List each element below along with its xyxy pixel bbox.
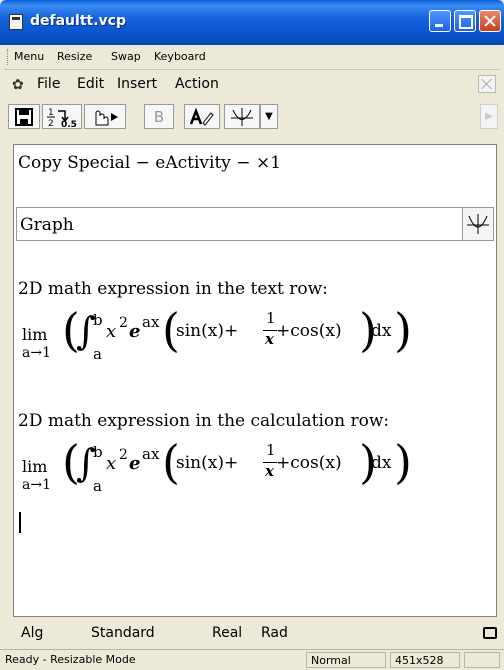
exponent-ax: ax bbox=[142, 445, 160, 463]
fraction-decimal-icon: 1 2 0.5 bbox=[47, 108, 77, 128]
window-title: defaultt.vcp bbox=[30, 13, 126, 29]
execute-button[interactable] bbox=[84, 104, 126, 129]
menu-insert[interactable]: Insert bbox=[117, 76, 157, 92]
limit-subscript: a→1 bbox=[22, 477, 51, 493]
fraction-denominator: x bbox=[265, 330, 274, 348]
status-number[interactable]: Real bbox=[212, 625, 242, 641]
minimize-button[interactable] bbox=[429, 10, 451, 32]
title-bar[interactable]: defaultt.vcp bbox=[0, 0, 504, 45]
exponent-ax: ax bbox=[142, 313, 160, 331]
dx-term: dx bbox=[371, 321, 392, 341]
hand-pointer-icon bbox=[95, 110, 118, 125]
lim-label: lim bbox=[22, 325, 48, 344]
graph-insert-button[interactable] bbox=[224, 104, 260, 129]
menu-menu[interactable]: Menu bbox=[14, 50, 44, 63]
svg-text:0.5: 0.5 bbox=[61, 120, 77, 128]
close-eactivity-icon[interactable] bbox=[478, 75, 496, 93]
calculator-status-bar: Alg Standard Real Rad bbox=[4, 621, 500, 647]
exponent-2: 2 bbox=[119, 447, 128, 463]
save-button[interactable] bbox=[8, 104, 40, 129]
keyboard-icon[interactable] bbox=[483, 627, 497, 639]
copy-special-line[interactable]: Copy Special − eActivity − ×1 bbox=[18, 153, 281, 173]
menu-file[interactable]: File bbox=[37, 76, 60, 92]
status-mode[interactable]: Alg bbox=[21, 625, 43, 641]
integrand-x: x bbox=[106, 453, 117, 474]
integral-lower: a bbox=[93, 345, 102, 363]
exponent-2: 2 bbox=[119, 315, 128, 331]
text-edit-button[interactable] bbox=[184, 104, 220, 129]
graph-strip[interactable]: Graph bbox=[16, 207, 494, 241]
menu-edit[interactable]: Edit bbox=[77, 76, 104, 92]
graph-strip-label[interactable]: Graph bbox=[20, 215, 74, 235]
status-angle[interactable]: Rad bbox=[261, 625, 288, 641]
calc-row-heading[interactable]: 2D math expression in the calculation ro… bbox=[18, 411, 389, 431]
cos-term: +cos(x) bbox=[276, 453, 342, 473]
gear-icon[interactable]: ✿ bbox=[12, 77, 24, 93]
math-expression-calc-row[interactable]: lim a→1 ( ∫ b a x 2 e ax ( sin(x)+ 1 x +… bbox=[14, 435, 414, 507]
fraction-decimal-button[interactable]: 1 2 0.5 bbox=[42, 104, 82, 129]
fraction-numerator: 1 bbox=[266, 309, 276, 327]
menu-keyboard[interactable]: Keyboard bbox=[154, 50, 206, 63]
menu-resize[interactable]: Resize bbox=[57, 50, 92, 63]
window-status-bar: Ready - Resizable Mode Normal 451x528 bbox=[0, 649, 504, 670]
integral-lower: a bbox=[93, 477, 102, 495]
sin-term: sin(x)+ bbox=[176, 321, 239, 341]
menu-swap[interactable]: Swap bbox=[111, 50, 141, 63]
eactivity-document[interactable]: Copy Special − eActivity − ×1 Graph 2D m… bbox=[13, 144, 497, 617]
math-expression-text-row[interactable]: lim a→1 ( ∫ b a x 2 e ax ( sin(x)+ 1 x +… bbox=[14, 303, 414, 375]
save-icon bbox=[15, 107, 33, 126]
integral-upper: b bbox=[93, 443, 103, 461]
menu-action[interactable]: Action bbox=[175, 76, 219, 92]
close-button[interactable] bbox=[479, 10, 501, 32]
euler-e: e bbox=[129, 321, 141, 342]
fraction-denominator: x bbox=[265, 462, 274, 480]
graph-icon bbox=[467, 214, 489, 234]
status-message: Ready - Resizable Mode bbox=[5, 653, 136, 666]
status-format[interactable]: Standard bbox=[91, 625, 155, 641]
integral-upper: b bbox=[93, 311, 103, 329]
toolbar-scroll-right-button[interactable]: ▶ bbox=[480, 104, 498, 129]
app-icon[interactable] bbox=[9, 14, 23, 30]
app-menu-bar: ✿ File Edit Insert Action bbox=[4, 71, 500, 98]
maximize-button[interactable] bbox=[454, 10, 476, 32]
text-row-heading[interactable]: 2D math expression in the text row: bbox=[18, 279, 328, 299]
toolbar: 1 2 0.5 B ▼ ▶ bbox=[4, 100, 500, 134]
graph-icon bbox=[231, 107, 253, 126]
dx-term: dx bbox=[371, 453, 392, 473]
limit-subscript: a→1 bbox=[22, 345, 51, 361]
graph-strip-button[interactable] bbox=[462, 208, 493, 240]
lim-label: lim bbox=[22, 457, 48, 476]
right-paren: ) bbox=[394, 303, 412, 357]
sin-term: sin(x)+ bbox=[176, 453, 239, 473]
graph-dropdown-button[interactable]: ▼ bbox=[260, 104, 278, 129]
bold-button[interactable]: B bbox=[144, 104, 174, 129]
integrand-x: x bbox=[106, 321, 117, 342]
text-pen-icon bbox=[189, 107, 214, 126]
status-size: 451x528 bbox=[390, 652, 460, 668]
status-view: Normal bbox=[306, 652, 386, 668]
chevron-down-icon: ▼ bbox=[265, 111, 273, 122]
text-cursor bbox=[19, 512, 21, 533]
resize-grip[interactable] bbox=[464, 652, 500, 668]
right-paren: ) bbox=[394, 435, 412, 489]
euler-e: e bbox=[129, 453, 141, 474]
cos-term: +cos(x) bbox=[276, 321, 342, 341]
top-menu-bar: Menu Resize Swap Keyboard bbox=[4, 45, 500, 70]
fraction-numerator: 1 bbox=[266, 441, 276, 459]
toolbar-grip[interactable] bbox=[7, 49, 10, 65]
chevron-right-icon: ▶ bbox=[485, 111, 493, 122]
svg-text:2: 2 bbox=[48, 119, 54, 128]
